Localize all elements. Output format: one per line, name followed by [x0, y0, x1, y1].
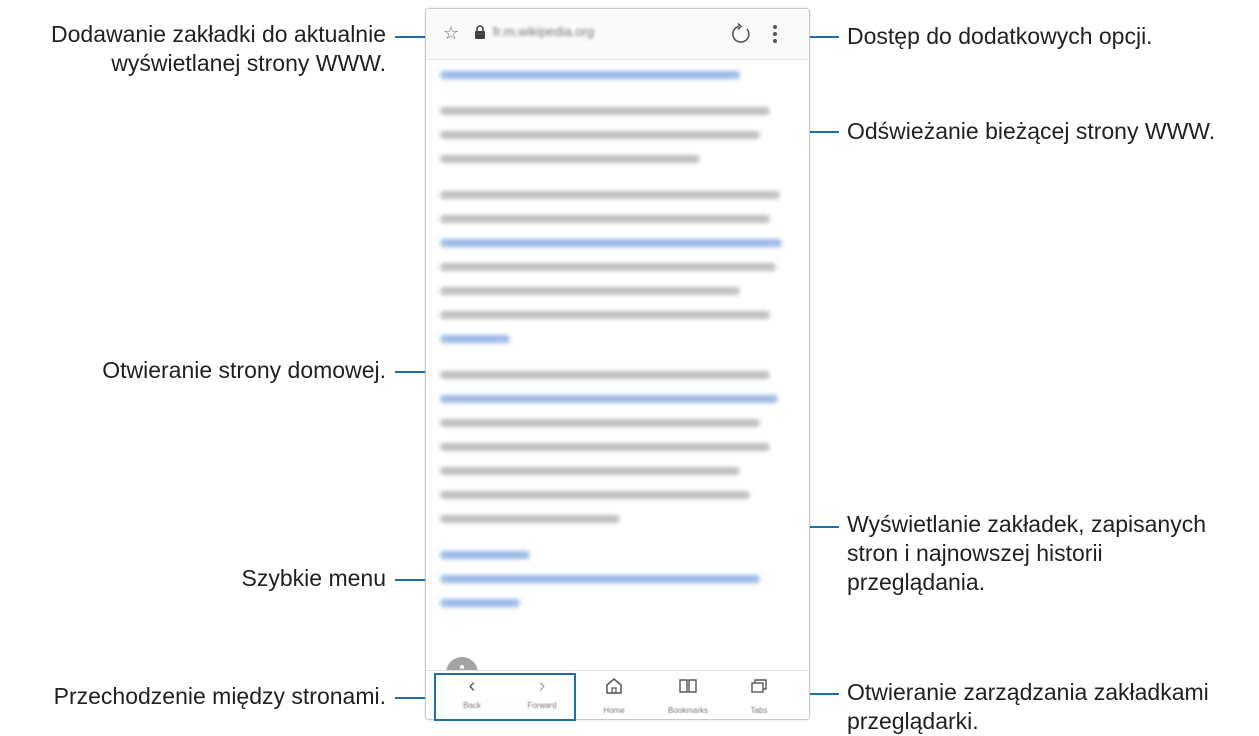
callout-quick-menu: Szybkie menu: [241, 565, 386, 591]
address-bar: ☆ fr.m.wikipedia.org: [426, 9, 809, 60]
tabs-icon: [751, 679, 767, 693]
bookmarks-icon: [679, 679, 697, 693]
refresh-icon[interactable]: [728, 21, 754, 47]
navigation-highlight-box: [434, 673, 576, 721]
tabs-button[interactable]: Tabs: [729, 675, 789, 717]
callout-navigate: Przechodzenie między stronami.: [53, 683, 386, 709]
callout-bookmark-add: Dodawanie zakładki do aktualnie wyświetl…: [51, 21, 386, 76]
callout-tabs: Otwieranie zarządzania zakładkami przegl…: [847, 679, 1209, 734]
bookmarks-label: Bookmarks: [667, 706, 708, 715]
home-button[interactable]: Home: [584, 675, 644, 717]
bookmarks-button[interactable]: Bookmarks: [658, 675, 718, 717]
callout-more-options: Dostęp do dodatkowych opcji.: [847, 23, 1153, 49]
home-icon: [606, 678, 622, 694]
phone-screen: ☆ fr.m.wikipedia.org ‹ Back › Forward Ho…: [425, 8, 810, 720]
star-icon[interactable]: ☆: [443, 23, 459, 44]
callout-home: Otwieranie strony domowej.: [102, 357, 386, 383]
lock-icon: [475, 25, 485, 39]
tabs-label: Tabs: [750, 706, 768, 715]
page-content: [440, 71, 792, 641]
callout-refresh: Odświeżanie bieżącej strony WWW.: [847, 118, 1216, 144]
more-options-icon[interactable]: [772, 23, 778, 45]
url-text[interactable]: fr.m.wikipedia.org: [493, 24, 594, 39]
callout-bookmarks: Wyświetlanie zakładek, zapisanych stron …: [847, 511, 1207, 595]
home-label: Home: [603, 706, 625, 715]
